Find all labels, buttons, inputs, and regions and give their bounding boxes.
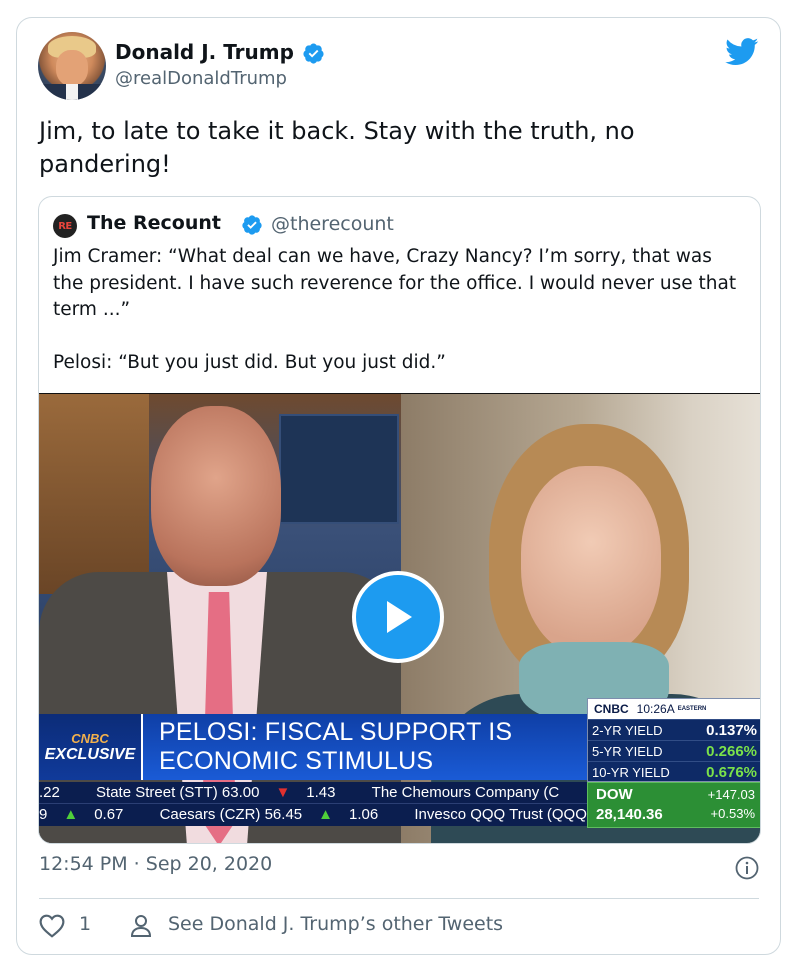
like-count[interactable]: 1 [79,913,91,935]
ticker-item: The Chemours Company (C [371,784,560,801]
quoted-author-handle[interactable]: @therecount [271,213,394,235]
dow-percent: +0.53% [710,806,755,821]
video-player[interactable]: CNBC EXCLUSIVE PELOSI: FISCAL SUPPORT IS… [39,393,760,843]
market-yields-box: CNBC 10:26A EASTERN 2-YR YIELD 0.137% 5-… [587,698,760,782]
market-zone: EASTERN [677,706,707,712]
ticker-item: .22 [39,784,60,801]
exclusive-label: EXCLUSIVE [44,745,136,763]
tweet-text-line: Jim, to late to take it back. Stay with … [39,117,635,145]
tweet-timestamp[interactable]: 12:54 PM · Sep 20, 2020 [39,853,272,875]
yield-row: 10-YR YIELD 0.676% [588,761,760,782]
dow-value: 28,140.36 [596,806,663,823]
yield-row: 2-YR YIELD 0.137% [588,719,760,740]
author-avatar[interactable] [38,32,106,100]
verified-badge-icon [242,215,262,235]
dow-change: +147.03 [707,787,755,802]
ticker-item: 9 ▲ 0.67 [39,806,124,823]
quoted-paragraph: Jim Cramer: “What deal can we have, Craz… [53,246,737,320]
other-tweets-link[interactable]: See Donald J. Trump’s other Tweets [168,913,503,935]
stock-ticker: .22 State Street (STT) 63.00 ▼ 1.43 The Ch… [39,782,587,826]
ticker-row: 9 ▲ 0.67 Caesars (CZR) 56.45 ▲ 1.06 Invesco … [39,804,587,826]
yield-label: 2-YR YIELD [592,722,663,738]
twitter-bird-icon[interactable] [725,38,759,66]
news-lower-third: CNBC EXCLUSIVE PELOSI: FISCAL SUPPORT IS… [39,714,587,780]
author-name[interactable]: Donald J. Trump [115,40,294,64]
market-header: CNBC 10:26A EASTERN [588,699,760,719]
verified-badge-icon [303,43,324,64]
divider [39,898,759,899]
quoted-text: Jim Cramer: “What deal can we have, Craz… [53,244,743,376]
ticker-item: Caesars (CZR) 56.45 ▲ 1.06 [159,806,379,823]
quoted-tweet[interactable]: RE The Recount @therecount Jim Cramer: “… [38,196,761,844]
play-icon [387,601,412,633]
yield-label: 10-YR YIELD [592,764,670,780]
exclusive-brand: CNBC [71,730,109,746]
yield-label: 5-YR YIELD [592,743,663,759]
tweet-text: Jim, to late to take it back. Stay with … [39,115,739,181]
market-brand: CNBC [594,702,629,716]
tweet-text-line: pandering! [39,150,171,178]
tweet-card: Donald J. Trump @realDonaldTrump Jim, to… [16,17,781,955]
yield-value: 0.266% [706,742,757,760]
news-headline: PELOSI: FISCAL SUPPORT IS ECONOMIC STIMU… [159,718,512,776]
dow-box: DOW 28,140.36 +147.03 +0.53% [587,782,760,828]
headline-line: PELOSI: FISCAL SUPPORT IS [159,718,513,746]
person-icon[interactable] [130,914,152,938]
play-button[interactable] [352,571,444,663]
yield-value: 0.137% [706,721,757,739]
yield-value: 0.676% [706,763,757,781]
ticker-row: .22 State Street (STT) 63.00 ▼ 1.43 The Ch… [39,782,587,804]
headline-line: ECONOMIC STIMULUS [159,747,434,775]
dow-label: DOW [596,786,633,803]
quoted-avatar-label: RE [58,220,72,232]
ticker-item: State Street (STT) 63.00 ▼ 1.43 [96,784,336,801]
yield-row: 5-YR YIELD 0.266% [588,740,760,761]
quoted-avatar[interactable]: RE [53,214,77,238]
quoted-paragraph: Pelosi: “But you just did. But you just … [53,351,446,373]
heart-icon[interactable] [39,914,65,938]
author-handle[interactable]: @realDonaldTrump [115,68,287,89]
quoted-author-name[interactable]: The Recount [87,212,221,234]
exclusive-tag: CNBC EXCLUSIVE [39,714,143,780]
info-icon[interactable] [735,856,759,880]
market-time: 10:26A [636,702,675,716]
ticker-item: Invesco QQQ Trust (QQQ) [414,806,587,823]
